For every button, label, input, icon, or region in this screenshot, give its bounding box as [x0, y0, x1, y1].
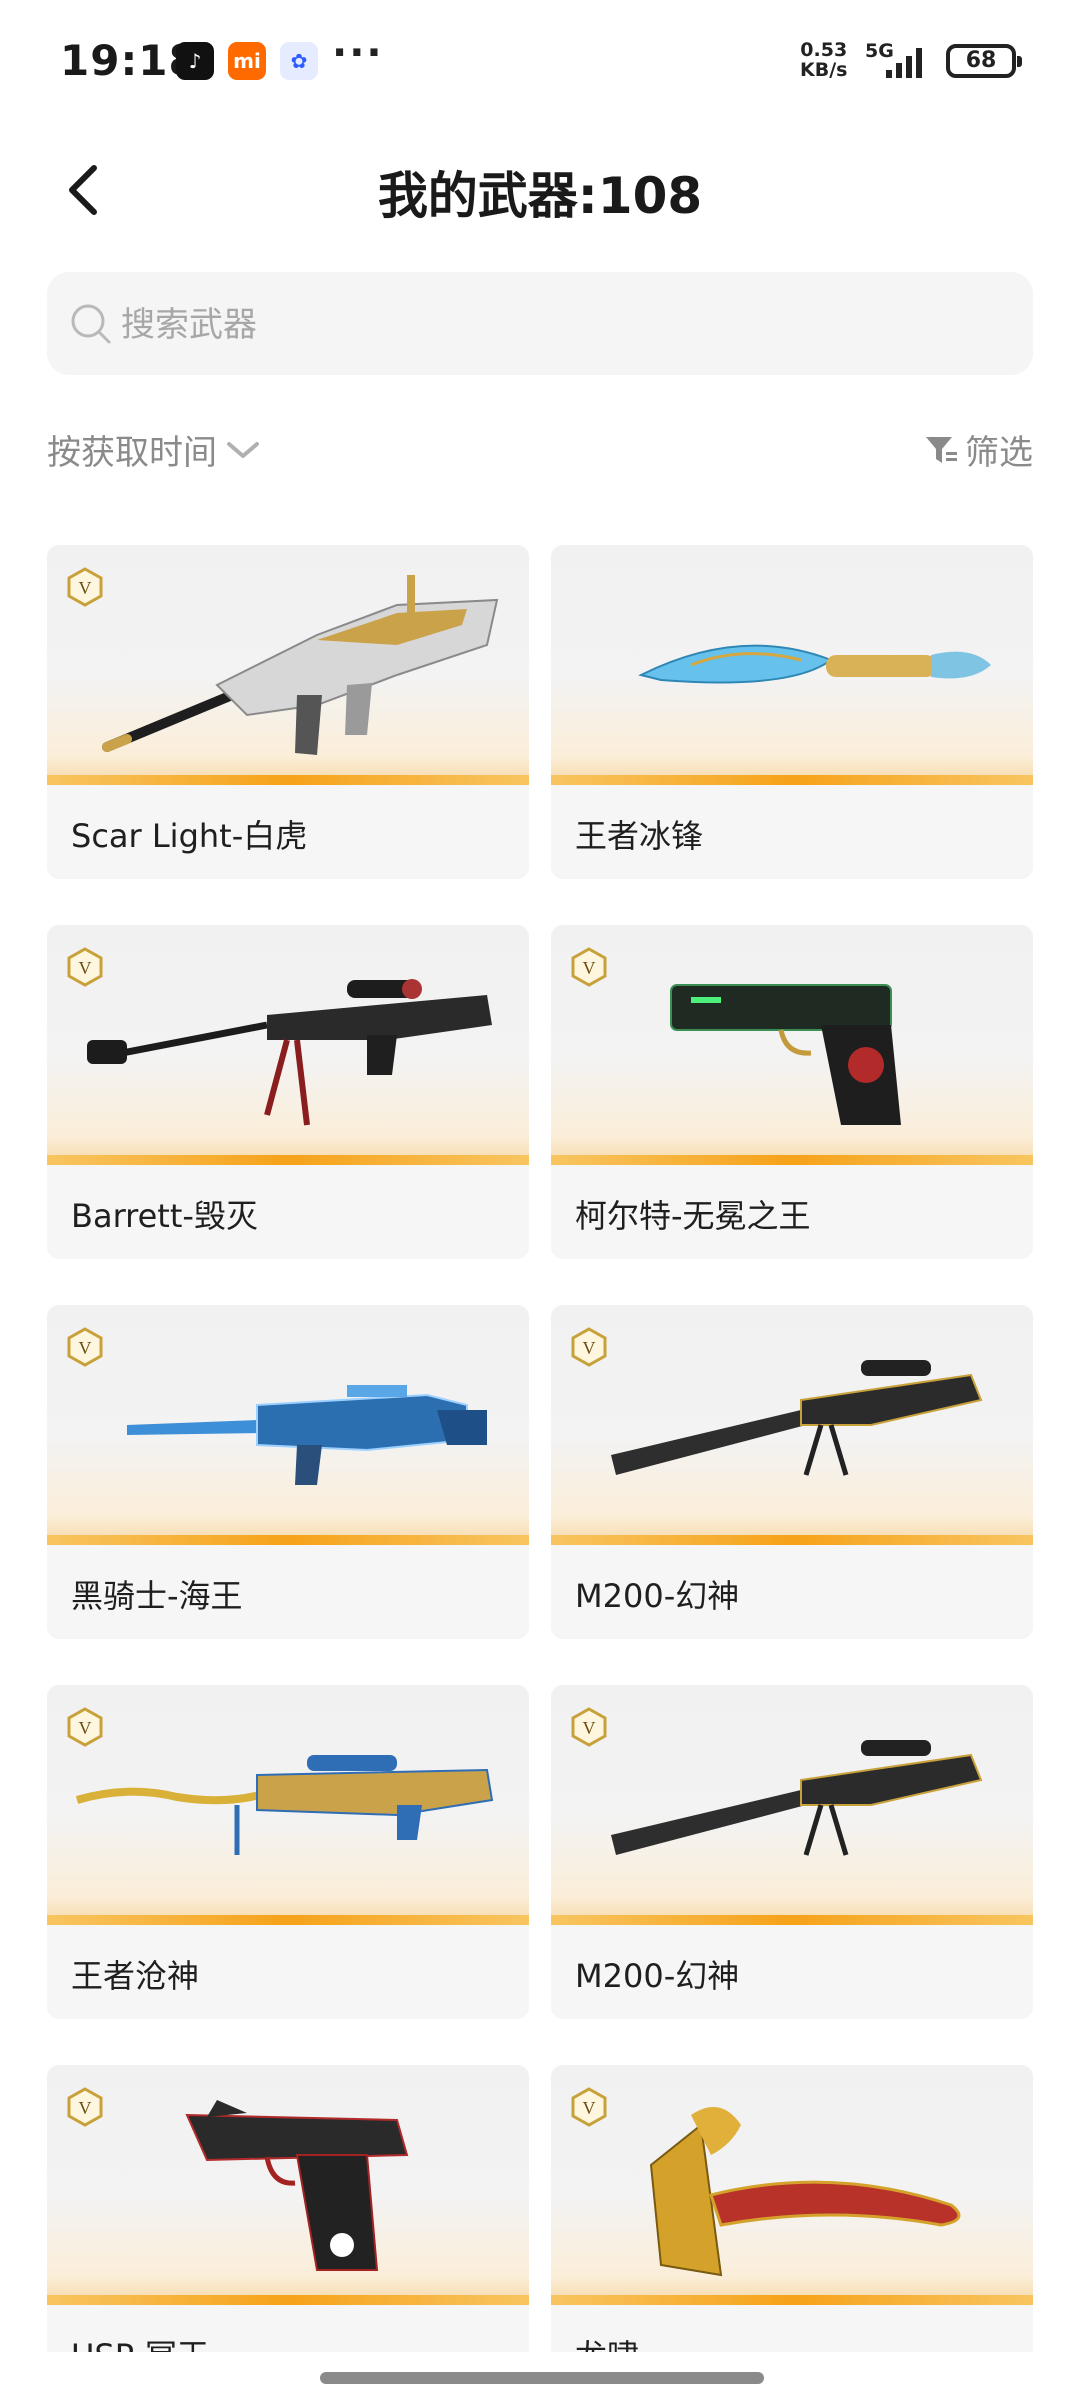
weapon-grid: V Scar Light-白虎 王者冰锋 V Barrett-毁灭 V 柯尔特-… — [47, 545, 1033, 2399]
sniper-image — [75, 1755, 494, 1855]
search-bar[interactable] — [47, 272, 1033, 377]
weapon-name: 王者冰锋 — [575, 817, 704, 855]
filter-icon — [926, 436, 957, 463]
home-indicator[interactable] — [320, 2372, 764, 2384]
weapon-name: Barrett-毁灭 — [71, 1197, 258, 1235]
weapon-image-area: V — [47, 1685, 529, 1925]
weapon-card[interactable]: V Scar Light-白虎 — [47, 545, 529, 879]
filter-label: 筛选 — [965, 433, 1033, 473]
weapon-image-area: V — [47, 925, 529, 1165]
sort-label: 按获取时间 — [47, 433, 217, 473]
weapon-card[interactable]: 王者冰锋 — [551, 545, 1033, 879]
weapon-image-area: V — [47, 1305, 529, 1545]
search-input[interactable] — [119, 272, 1003, 377]
search-icon — [71, 304, 111, 344]
rifle-image — [127, 1385, 487, 1485]
network-speed: 0.53 KB/s — [800, 40, 847, 80]
weapon-image-area: V — [47, 545, 529, 785]
sniper-image — [611, 1740, 983, 1856]
pistol-image — [670, 984, 901, 1125]
baidu-icon: ✿ — [280, 42, 318, 80]
weapon-name: 黑骑士-海王 — [71, 1577, 243, 1615]
pistol-image — [185, 2100, 409, 2271]
weapon-image-area: V — [551, 1305, 1033, 1545]
weapon-image-area — [551, 545, 1033, 785]
weapon-name: M200-幻神 — [575, 1957, 740, 1995]
weapon-card[interactable]: V M200-幻神 — [551, 1305, 1033, 1639]
weapon-card[interactable]: V M200-幻神 — [551, 1685, 1033, 2019]
knife-image — [638, 644, 991, 684]
mi-icon: mi — [228, 42, 266, 80]
network-speed-unit: KB/s — [800, 59, 848, 81]
weapon-card[interactable]: V 柯尔特-无冕之王 — [551, 925, 1033, 1259]
more-notifications-icon: ··· — [332, 30, 384, 76]
sniper-image — [87, 979, 492, 1126]
rifle-image — [102, 575, 499, 755]
sniper-image — [611, 1360, 983, 1476]
weapon-image-area: V — [551, 1685, 1033, 1925]
signal-icon — [886, 48, 922, 78]
chevron-down-icon — [227, 441, 259, 458]
weapon-card[interactable]: V 黑骑士-海王 — [47, 1305, 529, 1639]
filter-button[interactable]: 筛选 — [923, 425, 1033, 474]
status-bar: 19:18 ♪ mi ✿ ··· 0.53 KB/s 5G 68 — [0, 0, 1080, 120]
weapon-card[interactable]: V 龙啸 — [551, 2065, 1033, 2399]
weapon-image-area: V — [551, 925, 1033, 1165]
page-title: 我的武器:108 — [377, 167, 703, 225]
axe-image — [649, 2107, 961, 2277]
tiktok-icon: ♪ — [176, 42, 214, 80]
weapon-card[interactable]: V 王者沧神 — [47, 1685, 529, 2019]
weapon-name: 柯尔特-无冕之王 — [575, 1197, 811, 1235]
weapon-name: M200-幻神 — [575, 1577, 740, 1615]
battery-icon: 68 — [946, 44, 1022, 78]
sort-dropdown[interactable]: 按获取时间 — [47, 425, 261, 474]
weapon-image-area: V — [551, 2065, 1033, 2305]
network-speed-value: 0.53 — [800, 39, 848, 61]
weapon-name: 王者沧神 — [71, 1957, 200, 1995]
weapon-card[interactable]: V USP-冥王 — [47, 2065, 529, 2399]
weapon-image-area: V — [47, 2065, 529, 2305]
weapon-card[interactable]: V Barrett-毁灭 — [47, 925, 529, 1259]
weapon-name: Scar Light-白虎 — [71, 817, 308, 855]
